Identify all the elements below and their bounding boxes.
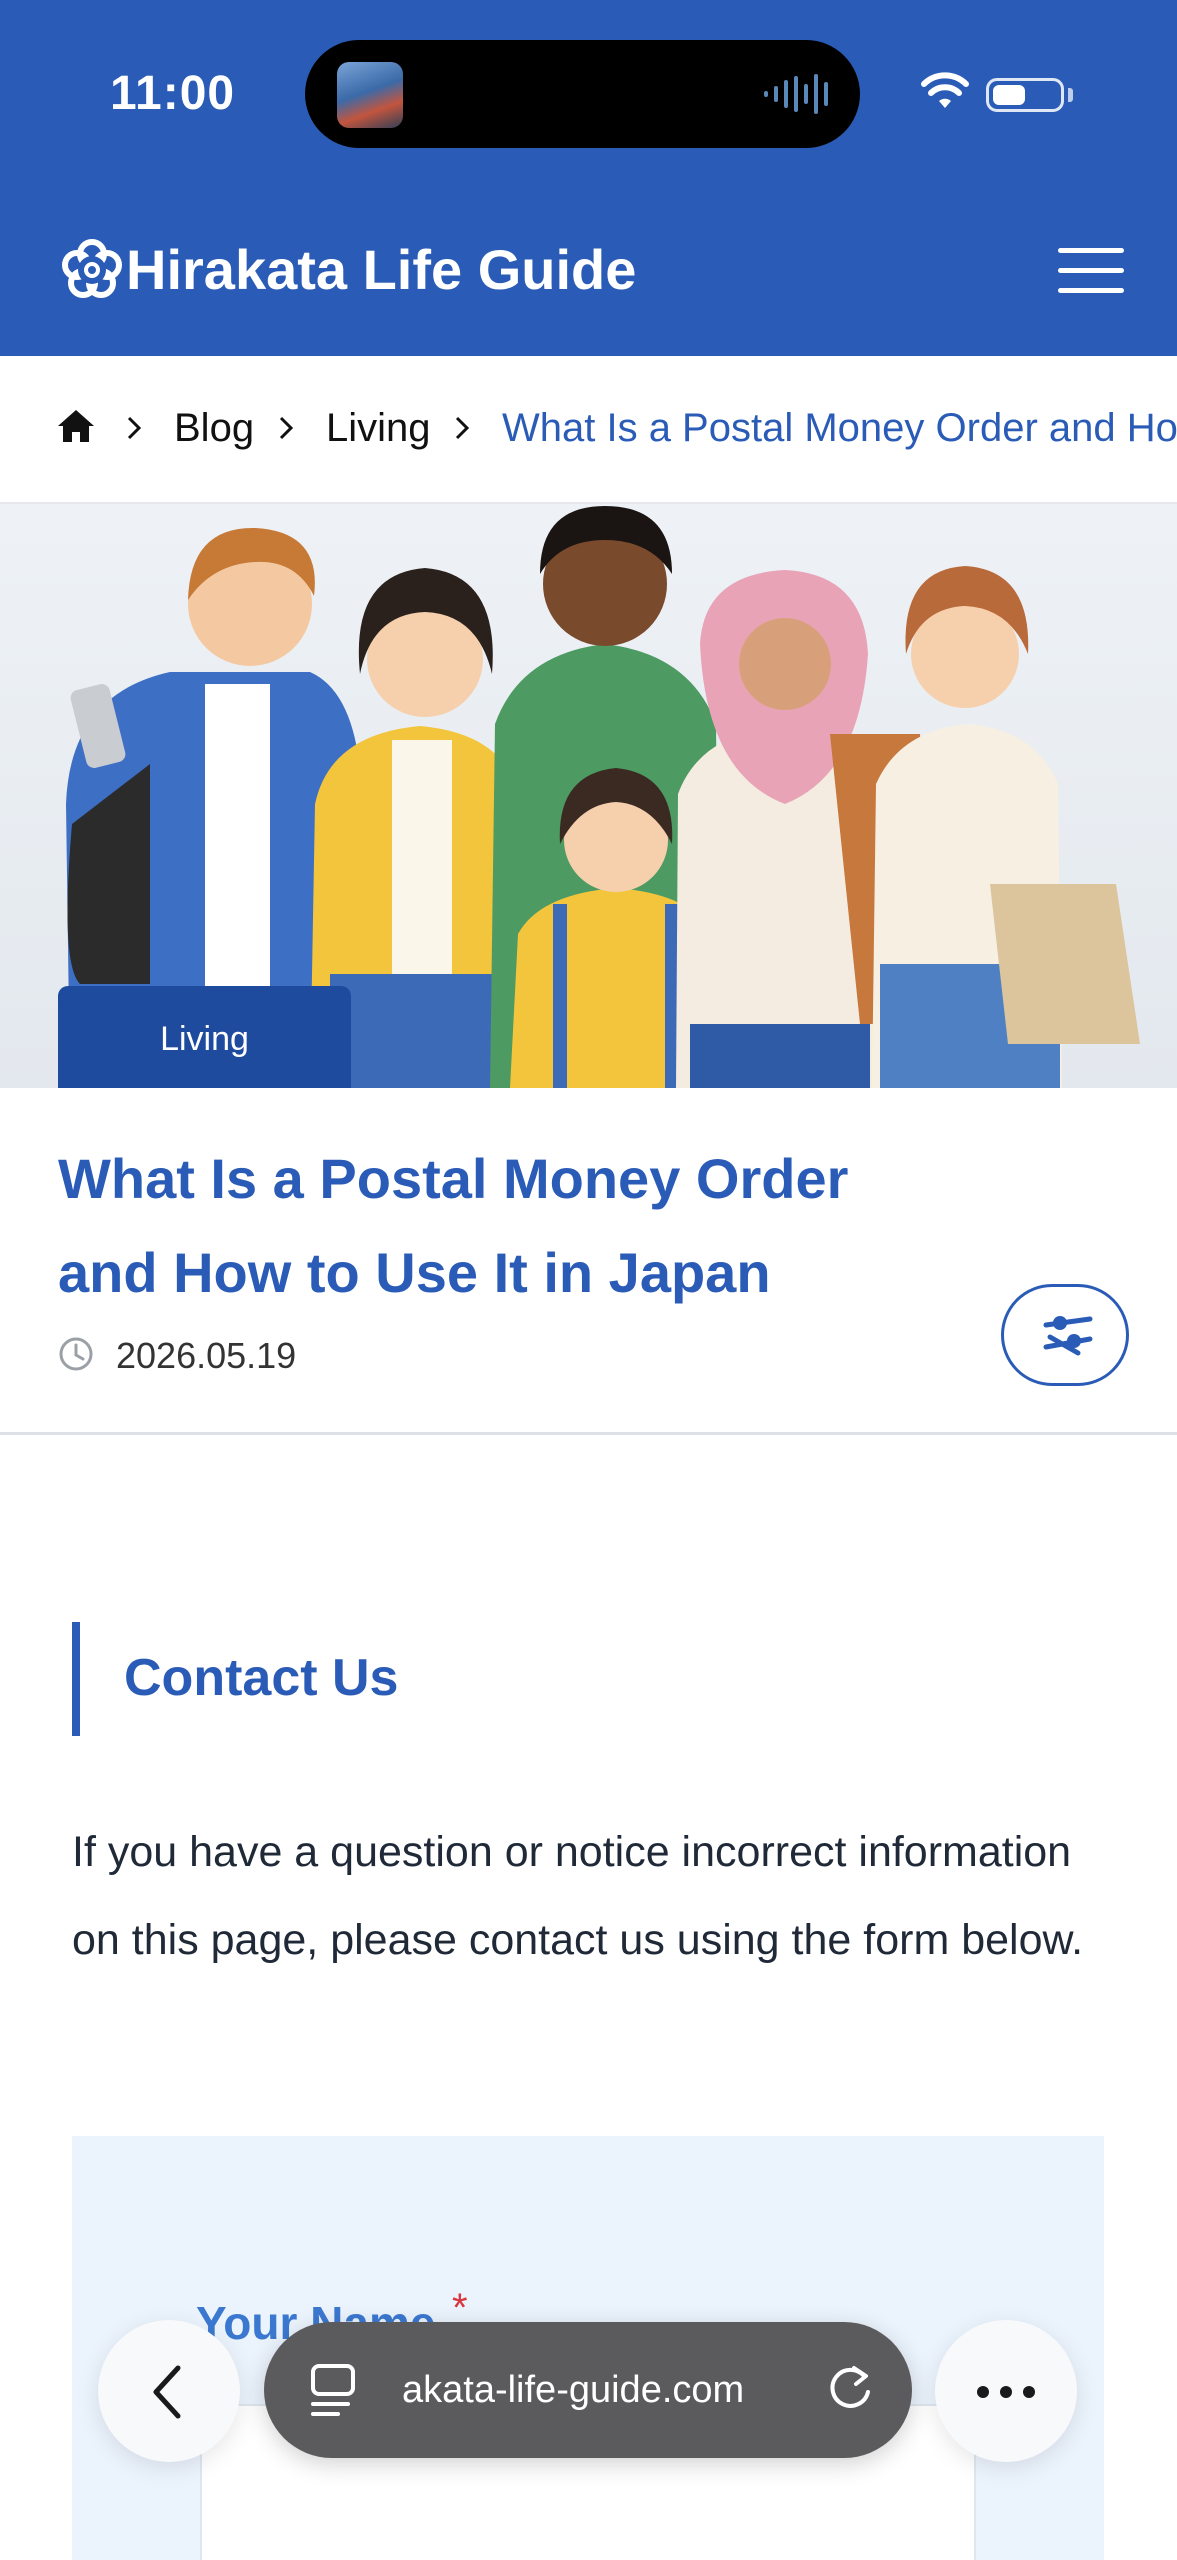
chevron-right-icon: [455, 416, 470, 440]
breadcrumb-living[interactable]: Living: [326, 404, 431, 452]
flower-logo-icon[interactable]: [60, 238, 124, 302]
contact-heading: Contact Us: [124, 1649, 399, 1707]
tabs-icon: [311, 2364, 355, 2416]
article-date: 2026.05.19: [116, 1335, 297, 1376]
more-dot: [1023, 2386, 1035, 2398]
now-playing-artwork: [337, 62, 403, 128]
hamburger-menu-icon[interactable]: [1058, 248, 1124, 294]
clock-icon: [59, 1337, 93, 1371]
breadcrumb-current-page: What Is a Postal Money Order and How to …: [502, 406, 1177, 450]
battery-cap: [1068, 88, 1073, 102]
wifi-icon: [921, 72, 969, 108]
breadcrumb-blog[interactable]: Blog: [174, 404, 254, 452]
more-dot: [1000, 2386, 1012, 2398]
site-header: 11:00 Hirakata Life Guide: [0, 0, 1177, 356]
breadcrumb: Blog Living What Is a Postal Money Order…: [0, 356, 1177, 504]
display-settings-button[interactable]: [1001, 1284, 1129, 1386]
chevron-right-icon: [127, 416, 142, 440]
battery-icon: [986, 78, 1064, 112]
address-bar[interactable]: akata-life-guide.com: [264, 2322, 912, 2458]
contact-description: If you have a question or notice incorre…: [72, 1828, 1084, 1964]
chevron-left-icon: [153, 2365, 181, 2419]
browser-back-button[interactable]: [98, 2320, 240, 2462]
status-time: 11:00: [110, 67, 236, 120]
home-icon[interactable]: [56, 408, 96, 444]
dynamic-island[interactable]: [305, 40, 860, 148]
audio-waveform-icon: [764, 74, 828, 114]
reload-icon[interactable]: [824, 2362, 876, 2414]
heading-accent-bar: [72, 1622, 80, 1736]
url-text: akata-life-guide.com: [402, 2369, 745, 2411]
site-title[interactable]: Hirakata Life Guide: [126, 238, 636, 302]
section-divider: [0, 1432, 1177, 1435]
more-dot: [977, 2386, 989, 2398]
article-title: What Is a Postal Money Order and How to …: [58, 1147, 849, 1304]
chevron-right-icon: [279, 416, 294, 440]
more-options-button[interactable]: [935, 2320, 1077, 2462]
sliders-icon: [1043, 1316, 1093, 1356]
category-tag-living[interactable]: Living: [58, 986, 351, 1088]
